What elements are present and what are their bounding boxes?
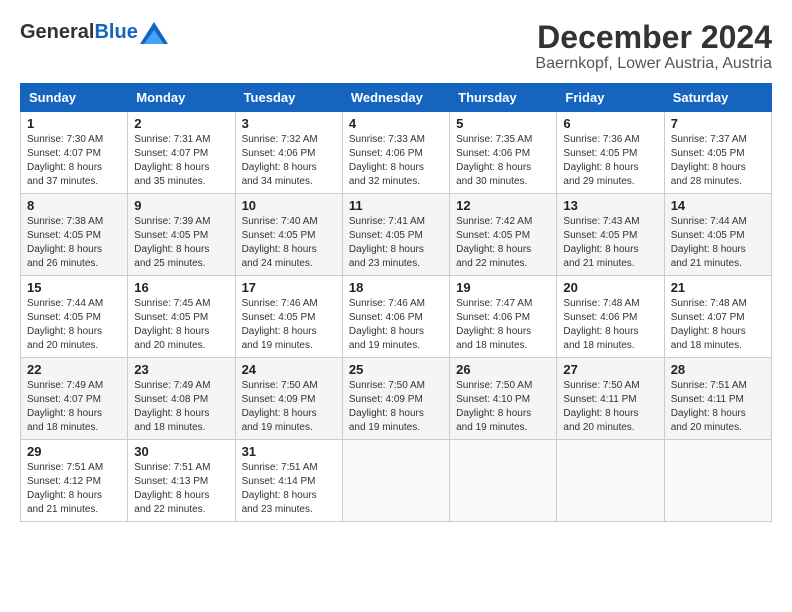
calendar-day-27: 27Sunrise: 7:50 AMSunset: 4:11 PMDayligh… — [557, 358, 664, 440]
calendar-day-3: 3Sunrise: 7:32 AMSunset: 4:06 PMDaylight… — [235, 112, 342, 194]
calendar-day-29: 29Sunrise: 7:51 AMSunset: 4:12 PMDayligh… — [21, 440, 128, 522]
calendar-day-22: 22Sunrise: 7:49 AMSunset: 4:07 PMDayligh… — [21, 358, 128, 440]
logo: GeneralBlue — [20, 20, 168, 44]
calendar-day-empty-w4c6 — [664, 440, 771, 522]
col-thursday: Thursday — [450, 84, 557, 112]
calendar-table: Sunday Monday Tuesday Wednesday Thursday… — [20, 83, 772, 522]
calendar-day-empty-w4c4 — [450, 440, 557, 522]
calendar-day-31: 31Sunrise: 7:51 AMSunset: 4:14 PMDayligh… — [235, 440, 342, 522]
calendar-day-5: 5Sunrise: 7:35 AMSunset: 4:06 PMDaylight… — [450, 112, 557, 194]
calendar-week-0: 1Sunrise: 7:30 AMSunset: 4:07 PMDaylight… — [21, 112, 772, 194]
calendar-day-12: 12Sunrise: 7:42 AMSunset: 4:05 PMDayligh… — [450, 194, 557, 276]
calendar-week-4: 29Sunrise: 7:51 AMSunset: 4:12 PMDayligh… — [21, 440, 772, 522]
calendar-day-empty-w4c3 — [342, 440, 449, 522]
calendar-day-14: 14Sunrise: 7:44 AMSunset: 4:05 PMDayligh… — [664, 194, 771, 276]
calendar-day-30: 30Sunrise: 7:51 AMSunset: 4:13 PMDayligh… — [128, 440, 235, 522]
page-subtitle: Baernkopf, Lower Austria, Austria — [535, 55, 772, 73]
calendar-day-9: 9Sunrise: 7:39 AMSunset: 4:05 PMDaylight… — [128, 194, 235, 276]
calendar-day-10: 10Sunrise: 7:40 AMSunset: 4:05 PMDayligh… — [235, 194, 342, 276]
calendar-day-8: 8Sunrise: 7:38 AMSunset: 4:05 PMDaylight… — [21, 194, 128, 276]
calendar-day-17: 17Sunrise: 7:46 AMSunset: 4:05 PMDayligh… — [235, 276, 342, 358]
logo-text: GeneralBlue — [20, 21, 138, 44]
calendar-day-23: 23Sunrise: 7:49 AMSunset: 4:08 PMDayligh… — [128, 358, 235, 440]
calendar-week-2: 15Sunrise: 7:44 AMSunset: 4:05 PMDayligh… — [21, 276, 772, 358]
calendar-day-16: 16Sunrise: 7:45 AMSunset: 4:05 PMDayligh… — [128, 276, 235, 358]
title-block: December 2024 Baernkopf, Lower Austria, … — [535, 20, 772, 73]
calendar-week-1: 8Sunrise: 7:38 AMSunset: 4:05 PMDaylight… — [21, 194, 772, 276]
calendar-day-13: 13Sunrise: 7:43 AMSunset: 4:05 PMDayligh… — [557, 194, 664, 276]
calendar-day-18: 18Sunrise: 7:46 AMSunset: 4:06 PMDayligh… — [342, 276, 449, 358]
page-title: December 2024 — [535, 20, 772, 55]
col-monday: Monday — [128, 84, 235, 112]
calendar-day-20: 20Sunrise: 7:48 AMSunset: 4:06 PMDayligh… — [557, 276, 664, 358]
calendar-day-7: 7Sunrise: 7:37 AMSunset: 4:05 PMDaylight… — [664, 112, 771, 194]
calendar-day-19: 19Sunrise: 7:47 AMSunset: 4:06 PMDayligh… — [450, 276, 557, 358]
calendar-day-1: 1Sunrise: 7:30 AMSunset: 4:07 PMDaylight… — [21, 112, 128, 194]
calendar-day-25: 25Sunrise: 7:50 AMSunset: 4:09 PMDayligh… — [342, 358, 449, 440]
calendar-day-6: 6Sunrise: 7:36 AMSunset: 4:05 PMDaylight… — [557, 112, 664, 194]
calendar-day-15: 15Sunrise: 7:44 AMSunset: 4:05 PMDayligh… — [21, 276, 128, 358]
col-friday: Friday — [557, 84, 664, 112]
page-header: GeneralBlue December 2024 Baernkopf, Low… — [20, 20, 772, 73]
logo-icon — [140, 22, 168, 44]
col-saturday: Saturday — [664, 84, 771, 112]
col-wednesday: Wednesday — [342, 84, 449, 112]
calendar-day-2: 2Sunrise: 7:31 AMSunset: 4:07 PMDaylight… — [128, 112, 235, 194]
logo-blue: Blue — [94, 21, 137, 43]
calendar-header-row: Sunday Monday Tuesday Wednesday Thursday… — [21, 84, 772, 112]
calendar-day-21: 21Sunrise: 7:48 AMSunset: 4:07 PMDayligh… — [664, 276, 771, 358]
calendar-week-3: 22Sunrise: 7:49 AMSunset: 4:07 PMDayligh… — [21, 358, 772, 440]
calendar-day-28: 28Sunrise: 7:51 AMSunset: 4:11 PMDayligh… — [664, 358, 771, 440]
calendar-day-26: 26Sunrise: 7:50 AMSunset: 4:10 PMDayligh… — [450, 358, 557, 440]
col-tuesday: Tuesday — [235, 84, 342, 112]
calendar-day-11: 11Sunrise: 7:41 AMSunset: 4:05 PMDayligh… — [342, 194, 449, 276]
calendar-day-empty-w4c5 — [557, 440, 664, 522]
logo-general: General — [20, 21, 94, 43]
col-sunday: Sunday — [21, 84, 128, 112]
calendar-day-24: 24Sunrise: 7:50 AMSunset: 4:09 PMDayligh… — [235, 358, 342, 440]
calendar-day-4: 4Sunrise: 7:33 AMSunset: 4:06 PMDaylight… — [342, 112, 449, 194]
